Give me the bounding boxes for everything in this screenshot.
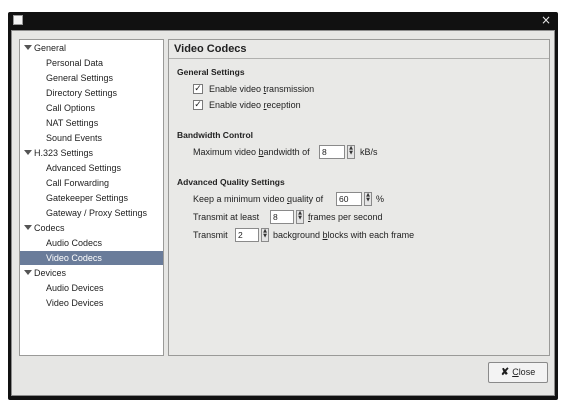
min-fps-row: Transmit at least 8 ▲ ▼ frames per second — [193, 210, 443, 224]
settings-tree[interactable]: General Personal Data General Settings D… — [19, 39, 164, 356]
quality-unit: % — [376, 194, 385, 204]
expand-triangle-icon[interactable] — [24, 225, 32, 230]
checkbox-label: Enable video transmission — [209, 82, 314, 96]
bandwidth-control-heading: Bandwidth Control — [177, 130, 254, 140]
spin-down-icon[interactable]: ▼ — [349, 150, 353, 156]
min-quality-row: Keep a minimum video quality of 60 ▲ ▼ % — [193, 192, 443, 206]
spin-down-icon[interactable]: ▼ — [298, 215, 302, 221]
tree-item-label: Sound Events — [46, 133, 103, 143]
tree-item-label: NAT Settings — [46, 118, 99, 128]
min-quality-label: Keep a minimum video quality of — [193, 192, 323, 206]
tree-item-general[interactable]: General — [20, 41, 163, 55]
tree-item-general-settings[interactable]: General Settings — [20, 71, 163, 85]
expand-triangle-icon[interactable] — [24, 150, 32, 155]
tree-item-call-options[interactable]: Call Options — [20, 101, 163, 115]
tree-item-label: H.323 Settings — [34, 148, 94, 158]
transmit-label: Transmit — [193, 230, 228, 240]
tree-item-nat-settings[interactable]: NAT Settings — [20, 116, 163, 130]
tree-item-label: Devices — [34, 268, 67, 278]
tree-item-advanced-settings[interactable]: Advanced Settings — [20, 161, 163, 175]
label-text: uality of — [292, 194, 324, 204]
close-button[interactable]: ✘ Close — [488, 362, 548, 383]
tree-item-label: General — [34, 43, 67, 53]
tree-item-devices[interactable]: Devices — [20, 266, 163, 280]
tree-item-gateway-proxy-settings[interactable]: Gateway / Proxy Settings — [20, 206, 163, 220]
advanced-quality-heading: Advanced Quality Settings — [177, 177, 285, 187]
label-text: background — [273, 230, 323, 240]
spin-arrows-icon[interactable]: ▲ ▼ — [296, 210, 304, 224]
title-bar[interactable]: × — [8, 12, 558, 28]
label-text: Maximum video — [193, 147, 259, 157]
max-bandwidth-row: Maximum video bandwidth of 8 ▲ ▼ kB/s — [193, 145, 433, 159]
page-title: Video Codecs — [169, 40, 549, 59]
tree-item-label: Personal Data — [46, 58, 104, 68]
tree-item-label: Call Forwarding — [46, 178, 110, 188]
tree-item-call-forwarding[interactable]: Call Forwarding — [20, 176, 163, 190]
bandwidth-unit: kB/s — [360, 147, 378, 157]
expand-triangle-icon[interactable] — [24, 45, 32, 50]
dialog-client-area: General Personal Data General Settings D… — [11, 30, 555, 396]
label-text: Enable video — [209, 84, 264, 94]
spin-arrows-icon[interactable]: ▲ ▼ — [364, 192, 372, 206]
spin-down-icon[interactable]: ▼ — [263, 233, 267, 239]
tree-item-codecs[interactable]: Codecs — [20, 221, 163, 235]
spin-down-icon[interactable]: ▼ — [366, 197, 370, 203]
tree-item-video-codecs[interactable]: Video Codecs — [20, 251, 163, 265]
tree-item-audio-codecs[interactable]: Audio Codecs — [20, 236, 163, 250]
transmit-at-least-label: Transmit at least — [193, 212, 260, 222]
tree-item-label: Video Devices — [46, 298, 104, 308]
checkbox-check-icon[interactable]: ✓ — [193, 100, 203, 110]
tree-item-audio-devices[interactable]: Audio Devices — [20, 281, 163, 295]
tree-item-label: Codecs — [34, 223, 65, 233]
background-blocks-label: background blocks with each frame — [273, 228, 414, 242]
tree-item-video-devices[interactable]: Video Devices — [20, 296, 163, 310]
tree-item-label: Advanced Settings — [46, 163, 122, 173]
background-blocks-input[interactable]: 2 — [235, 228, 259, 242]
dialog-window: × General Personal Data General Settings… — [8, 12, 558, 400]
label-text: andwidth of — [263, 147, 310, 157]
settings-panel: Video Codecs General Settings ✓ Enable v… — [168, 39, 550, 356]
label-text: Enable video — [209, 100, 264, 110]
tree-item-label: Audio Codecs — [46, 238, 103, 248]
tree-item-gatekeeper-settings[interactable]: Gatekeeper Settings — [20, 191, 163, 205]
tree-item-label: General Settings — [46, 73, 114, 83]
label-text: eception — [266, 100, 301, 110]
window-icon — [13, 15, 23, 25]
spin-arrows-icon[interactable]: ▲ ▼ — [347, 145, 355, 159]
tree-item-sound-events[interactable]: Sound Events — [20, 131, 163, 145]
tree-item-label: Video Codecs — [46, 253, 102, 263]
close-icon: ✘ — [500, 367, 510, 378]
tree-item-directory-settings[interactable]: Directory Settings — [20, 86, 163, 100]
fps-label: frames per second — [308, 210, 383, 224]
spin-arrows-icon[interactable]: ▲ ▼ — [261, 228, 269, 242]
tree-item-personal-data[interactable]: Personal Data — [20, 56, 163, 70]
min-fps-input[interactable]: 8 — [270, 210, 294, 224]
window-close-icon[interactable]: × — [539, 13, 553, 27]
label-text: Keep a minimum video — [193, 194, 288, 204]
close-label: lose — [518, 367, 536, 377]
tree-item-label: Directory Settings — [46, 88, 118, 98]
checkbox-check-icon[interactable]: ✓ — [193, 84, 203, 94]
general-settings-heading: General Settings — [177, 67, 245, 77]
tree-item-label: Audio Devices — [46, 283, 104, 293]
label-text: ransmission — [266, 84, 315, 94]
tree-item-h323-settings[interactable]: H.323 Settings — [20, 146, 163, 160]
expand-triangle-icon[interactable] — [24, 270, 32, 275]
label-text: rames per second — [310, 212, 383, 222]
max-bandwidth-label: Maximum video bandwidth of — [193, 145, 310, 159]
tree-item-label: Call Options — [46, 103, 96, 113]
checkbox-label: Enable video reception — [209, 98, 301, 112]
background-blocks-row: Transmit 2 ▲ ▼ background blocks with eac… — [193, 228, 473, 242]
tree-item-label: Gatekeeper Settings — [46, 193, 129, 203]
tree-item-label: Gateway / Proxy Settings — [46, 208, 148, 218]
label-text: locks with each frame — [327, 230, 415, 240]
min-quality-input[interactable]: 60 — [336, 192, 362, 206]
max-bandwidth-input[interactable]: 8 — [319, 145, 345, 159]
